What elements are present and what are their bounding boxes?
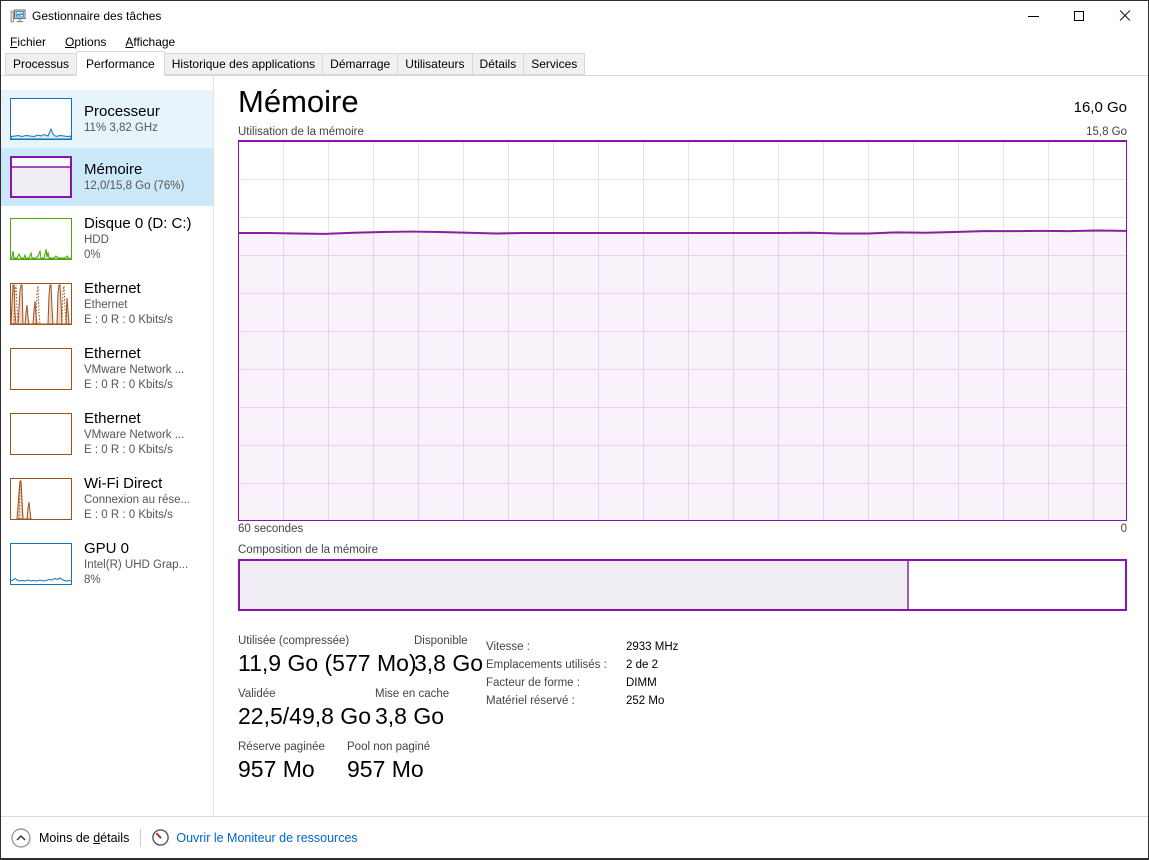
minimize-button[interactable] (1010, 1, 1056, 31)
detail-form-factor: Facteur de forme : DIMM (486, 674, 678, 692)
close-icon (1119, 10, 1131, 22)
sidebar-memory-stats: 12,0/15,8 Go (76%) (84, 179, 184, 194)
sidebar-disk-type: HDD (84, 233, 192, 248)
minimize-icon (1028, 16, 1039, 17)
memory-mini-chart (10, 156, 72, 198)
sidebar-gpu-stats: 8% (84, 573, 188, 588)
detail-speed: Vitesse : 2933 MHz (486, 638, 678, 656)
usage-graph-caption: Utilisation de la mémoire (238, 126, 364, 138)
cpu-mini-chart (10, 98, 72, 140)
app-icon (10, 8, 26, 24)
tab-performance[interactable]: Performance (76, 51, 165, 76)
performance-sidebar: Processeur 11% 3,82 GHz Mémoire 12,0/15,… (1, 76, 214, 816)
window-controls (1010, 1, 1148, 31)
total-memory-value: 16,0 Go (1074, 99, 1127, 120)
open-resource-monitor-link[interactable]: Ouvrir le Moniteur de ressources (152, 829, 357, 846)
chevron-up-circle-icon (11, 828, 31, 848)
ethernet3-mini-chart (10, 413, 72, 455)
tab-utilisateurs[interactable]: Utilisateurs (397, 53, 472, 75)
sidebar-wifi-title: Wi-Fi Direct (84, 474, 190, 493)
memory-hardware-details: Vitesse : 2933 MHz Emplacements utilisés… (486, 635, 678, 794)
gpu-mini-chart (10, 543, 72, 585)
menu-affichage[interactable]: Affichage (125, 35, 175, 49)
stat-available: Disponible 3,8 Go (414, 635, 483, 677)
tab-bar: Processus Performance Historique des app… (1, 53, 1148, 76)
sidebar-ethernet3-title: Ethernet (84, 409, 184, 428)
stat-cached: Mise en cache 3,8 Go (375, 688, 449, 730)
sidebar-disk-title: Disque 0 (D: C:) (84, 214, 192, 233)
memory-usage-graph[interactable] (238, 140, 1127, 521)
resource-monitor-icon (152, 829, 169, 846)
memory-usage-line (239, 142, 1126, 520)
composition-in-use-segment (240, 561, 909, 609)
task-manager-window: Gestionnaire des tâches Fichier Options … (0, 0, 1149, 860)
sidebar-item-disk[interactable]: Disque 0 (D: C:) HDD 0% (1, 206, 213, 271)
maximize-icon (1074, 11, 1084, 21)
menu-fichier[interactable]: Fichier (10, 35, 46, 49)
stat-used: Utilisée (compressée) 11,9 Go (577 Mo) (238, 635, 414, 677)
page-title: Mémoire (238, 84, 359, 120)
ethernet1-mini-chart (10, 283, 72, 325)
memory-panel: Mémoire 16,0 Go Utilisation de la mémoir… (214, 76, 1148, 816)
usage-graph-max: 15,8 Go (1086, 126, 1127, 138)
title-bar: Gestionnaire des tâches (1, 1, 1148, 31)
sidebar-item-memory[interactable]: Mémoire 12,0/15,8 Go (76%) (1, 148, 213, 206)
footer-separator (140, 829, 141, 847)
less-details-label: Moins de détails (39, 831, 129, 845)
sidebar-ethernet2-title: Ethernet (84, 344, 184, 363)
sidebar-gpu-title: GPU 0 (84, 539, 188, 558)
memory-stats: Utilisée (compressée) 11,9 Go (577 Mo) D… (238, 635, 1127, 794)
tab-demarrage[interactable]: Démarrage (322, 53, 398, 75)
menu-options[interactable]: Options (65, 35, 106, 49)
detail-hardware-reserved: Matériel réservé : 252 Mo (486, 692, 678, 710)
sidebar-item-ethernet-2[interactable]: Ethernet VMware Network ... E : 0 R : 0 … (1, 336, 213, 401)
window-title: Gestionnaire des tâches (32, 9, 161, 23)
tab-processus[interactable]: Processus (5, 53, 77, 75)
sidebar-ethernet1-title: Ethernet (84, 279, 173, 298)
time-axis-left: 60 secondes (238, 523, 303, 535)
stat-nonpaged-pool: Pool non paginé 957 Mo (347, 741, 430, 783)
tab-details[interactable]: Détails (472, 53, 525, 75)
composition-caption: Composition de la mémoire (238, 544, 1127, 556)
sidebar-gpu-name: Intel(R) UHD Grap... (84, 558, 188, 573)
sidebar-cpu-stats: 11% 3,82 GHz (84, 121, 160, 136)
time-axis-right: 0 (1121, 523, 1127, 535)
tab-historique[interactable]: Historique des applications (164, 53, 323, 75)
sidebar-ethernet1-name: Ethernet (84, 298, 173, 313)
sidebar-ethernet2-name: VMware Network ... (84, 363, 184, 378)
sidebar-item-ethernet-3[interactable]: Ethernet VMware Network ... E : 0 R : 0 … (1, 401, 213, 466)
menu-bar: Fichier Options Affichage (1, 31, 1148, 53)
sidebar-item-cpu[interactable]: Processeur 11% 3,82 GHz (1, 90, 213, 148)
detail-slots: Emplacements utilisés : 2 de 2 (486, 656, 678, 674)
sidebar-wifi-stats: E : 0 R : 0 Kbits/s (84, 508, 190, 523)
less-details-button[interactable]: Moins de détails (11, 828, 129, 848)
stat-paged-pool: Réserve paginée 957 Mo (238, 741, 347, 783)
memory-composition-bar[interactable] (238, 559, 1127, 611)
stat-committed: Validée 22,5/49,8 Go (238, 688, 375, 730)
sidebar-ethernet3-name: VMware Network ... (84, 428, 184, 443)
sidebar-item-wifi-direct[interactable]: Wi-Fi Direct Connexion au rése... E : 0 … (1, 466, 213, 531)
sidebar-ethernet3-stats: E : 0 R : 0 Kbits/s (84, 443, 184, 458)
close-button[interactable] (1102, 1, 1148, 31)
disk-mini-chart (10, 218, 72, 260)
sidebar-memory-title: Mémoire (84, 160, 184, 179)
wifi-mini-chart (10, 478, 72, 520)
sidebar-item-gpu[interactable]: GPU 0 Intel(R) UHD Grap... 8% (1, 531, 213, 596)
ethernet2-mini-chart (10, 348, 72, 390)
performance-content: Processeur 11% 3,82 GHz Mémoire 12,0/15,… (1, 76, 1148, 816)
sidebar-wifi-name: Connexion au rése... (84, 493, 190, 508)
sidebar-item-ethernet-1[interactable]: Ethernet Ethernet E : 0 R : 0 Kbits/s (1, 271, 213, 336)
sidebar-ethernet1-stats: E : 0 R : 0 Kbits/s (84, 313, 173, 328)
tab-services[interactable]: Services (523, 53, 585, 75)
maximize-button[interactable] (1056, 1, 1102, 31)
footer-bar: Moins de détails Ouvrir le Moniteur de r… (1, 816, 1148, 858)
sidebar-disk-stats: 0% (84, 248, 192, 263)
resource-monitor-label: Ouvrir le Moniteur de ressources (176, 831, 357, 845)
sidebar-ethernet2-stats: E : 0 R : 0 Kbits/s (84, 378, 184, 393)
sidebar-cpu-title: Processeur (84, 102, 160, 121)
